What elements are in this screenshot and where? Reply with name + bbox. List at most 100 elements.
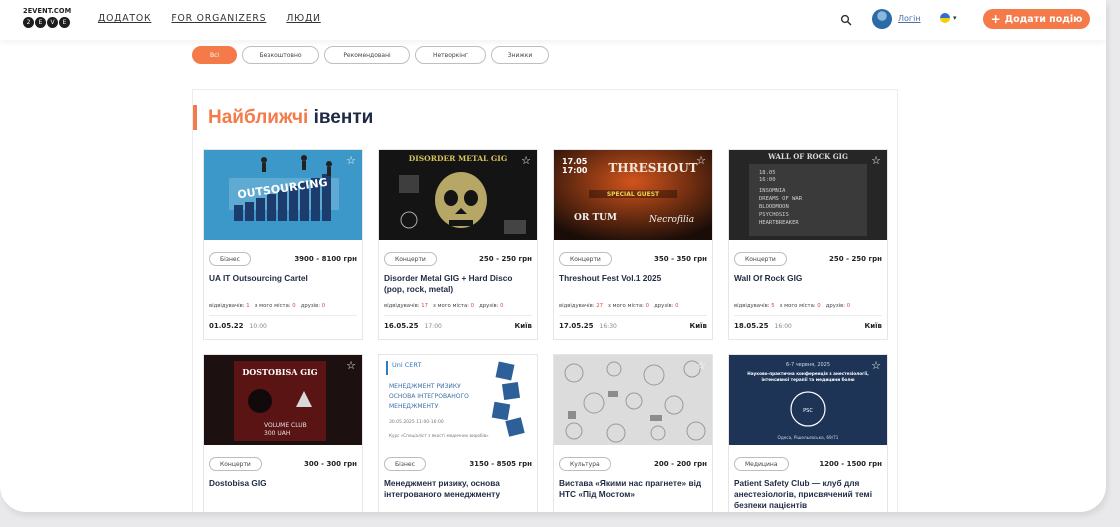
add-event-label: Додати подію	[1004, 13, 1083, 25]
event-image[interactable]: 6-7 червня, 2025 Науково-практична конфе…	[729, 355, 887, 445]
filter-all[interactable]: Всі	[192, 46, 237, 64]
logo-circle: E	[59, 17, 70, 28]
upcoming-events-section: Найближчі івенти OUTSOURCING ☆ Бізнес 39…	[192, 89, 898, 512]
event-city: Київ	[689, 322, 707, 330]
logo-circle: E	[35, 17, 46, 28]
image-caption: DOSTOBISA GIG	[242, 367, 317, 377]
language-selector[interactable]: ▾	[940, 13, 957, 23]
favorite-star-icon[interactable]: ☆	[696, 154, 706, 167]
event-price: 3900 - 8100 грн	[294, 255, 357, 263]
chevron-down-icon: ▾	[953, 14, 957, 22]
login-link[interactable]: Логін	[898, 14, 921, 23]
event-image[interactable]: OUTSOURCING	[204, 150, 362, 240]
event-price: 250 - 250 грн	[479, 255, 532, 263]
event-title[interactable]: UA IT Outsourcing Cartel	[209, 273, 359, 284]
event-image[interactable]	[554, 355, 712, 445]
svg-text:6-7 червня, 2025: 6-7 червня, 2025	[786, 362, 830, 368]
nav-for-organizers[interactable]: FOR ORGANIZERS	[171, 13, 266, 24]
event-title[interactable]: Dostobisa GIG	[209, 478, 359, 489]
category-tag[interactable]: Медицина	[734, 457, 789, 471]
event-card[interactable]: Uni CERT МЕНЕДЖМЕНТ РИЗИКУ ОСНОВА ІНТЕГР…	[378, 354, 538, 512]
event-price: 1200 - 1500 грн	[819, 460, 882, 468]
logo-circle: 2	[23, 17, 34, 28]
event-image[interactable]: Uni CERT МЕНЕДЖМЕНТ РИЗИКУ ОСНОВА ІНТЕГР…	[379, 355, 537, 445]
event-price: 3150 - 8505 грн	[469, 460, 532, 468]
ukraine-flag-icon	[940, 13, 950, 23]
svg-text:PSC: PSC	[803, 408, 813, 414]
favorite-star-icon[interactable]: ☆	[696, 359, 706, 372]
event-title[interactable]: Patient Safety Club — клуб для анестезіо…	[734, 478, 884, 511]
svg-text:PSYCHOSIS: PSYCHOSIS	[759, 212, 789, 218]
add-event-button[interactable]: + Додати подію	[983, 9, 1090, 29]
filter-recommended[interactable]: Рекомендовані	[324, 46, 410, 64]
event-time: 16:00	[774, 323, 792, 330]
event-image[interactable]: DOSTOBISA GIG VOLUME CLUB 300 UAH	[204, 355, 362, 445]
divider	[209, 315, 357, 316]
event-card[interactable]: 6-7 червня, 2025 Науково-практична конфе…	[728, 354, 888, 512]
favorite-star-icon[interactable]: ☆	[871, 359, 881, 372]
logo-circle: V	[47, 17, 58, 28]
event-image[interactable]: THRESHOUT 17.05 17:00 SPECIAL GUEST OR T…	[554, 150, 712, 240]
nav-app[interactable]: ДОДАТОК	[98, 13, 151, 24]
svg-text:BLOODMOON: BLOODMOON	[759, 204, 789, 210]
event-card[interactable]: THRESHOUT 17.05 17:00 SPECIAL GUEST OR T…	[553, 149, 713, 340]
main-nav: ДОДАТОК FOR ORGANIZERS ЛЮДИ	[98, 13, 341, 24]
category-tag[interactable]: Концерти	[734, 252, 787, 266]
svg-text:ОСНОВА ІНТЕГРОВАНОГО: ОСНОВА ІНТЕГРОВАНОГО	[389, 393, 469, 400]
event-card[interactable]: WALL OF ROCK GIG 18.05 16:00 INSOMNIA DREA…	[728, 149, 888, 340]
event-image[interactable]: WALL OF ROCK GIG 18.05 16:00 INSOMNIA DREA…	[729, 150, 887, 240]
filter-networking[interactable]: Нетворкінг	[415, 46, 486, 64]
search-icon[interactable]	[840, 14, 852, 26]
event-stats: відвідувачів: 17 з мого міста: 0 друзів:…	[384, 303, 504, 309]
site-logo[interactable]: 2EVENT.COM 2 E V E	[23, 7, 73, 31]
event-price: 250 - 250 грн	[829, 255, 882, 263]
event-title[interactable]: Wall Of Rock GIG	[734, 273, 884, 284]
event-title[interactable]: Вистава «Якими нас прагнете» від НТС «Пі…	[559, 478, 709, 500]
category-tag[interactable]: Культура	[559, 457, 611, 471]
logo-circles: 2 E V E	[23, 17, 73, 28]
event-date: 01.05.22 10:00	[209, 322, 267, 330]
image-caption: WALL OF ROCK GIG	[767, 152, 848, 161]
svg-text:OR TUM: OR TUM	[574, 213, 617, 223]
filter-free[interactable]: Безкоштовно	[242, 46, 319, 64]
logo-text: 2EVENT.COM	[23, 7, 72, 15]
nav-people[interactable]: ЛЮДИ	[286, 13, 320, 24]
svg-text:16:00: 16:00	[759, 177, 776, 183]
svg-text:30.05.2025 11:00-16:00: 30.05.2025 11:00-16:00	[389, 419, 444, 425]
category-tag[interactable]: Бізнес	[384, 457, 426, 471]
favorite-star-icon[interactable]: ☆	[871, 154, 881, 167]
favorite-star-icon[interactable]: ☆	[521, 359, 531, 372]
favorite-star-icon[interactable]: ☆	[346, 154, 356, 167]
favorite-star-icon[interactable]: ☆	[521, 154, 531, 167]
event-title[interactable]: Threshout Fest Vol.1 2025	[559, 273, 709, 284]
svg-text:МЕНЕДЖМЕНТ РИЗИКУ: МЕНЕДЖМЕНТ РИЗИКУ	[389, 383, 461, 390]
category-tag[interactable]: Концерти	[209, 457, 262, 471]
user-avatar[interactable]	[872, 9, 892, 29]
filter-discounts[interactable]: Знижки	[491, 46, 549, 64]
svg-text:HEARTBREAKER: HEARTBREAKER	[759, 220, 799, 226]
svg-text:18.05: 18.05	[759, 170, 776, 176]
event-card[interactable]: DOSTOBISA GIG VOLUME CLUB 300 UAH ☆ Конц…	[203, 354, 363, 512]
svg-text:17:00: 17:00	[562, 166, 588, 175]
event-title[interactable]: Disorder Metal GIG + Hard Disco (pop, ro…	[384, 273, 534, 295]
event-stats: відвідувачів: 1 з мого міста: 0 друзів: …	[209, 303, 326, 309]
event-card[interactable]: ☆ Культура 200 - 200 грн Вистава «Якими …	[553, 354, 713, 512]
svg-text:17.05: 17.05	[562, 157, 588, 166]
divider	[734, 315, 882, 316]
event-card[interactable]: OUTSOURCING ☆ Бізнес 3900 - 8100 грн UA …	[203, 149, 363, 340]
event-card[interactable]: DISORDER METAL GIG ☆ Концерти 250 - 250 …	[378, 149, 538, 340]
event-image[interactable]: DISORDER METAL GIG	[379, 150, 537, 240]
event-title[interactable]: Менеджмент ризику, основа інтегрованого …	[384, 478, 534, 500]
event-price: 200 - 200 грн	[654, 460, 707, 468]
svg-text:Курс «Спеціаліст з якості меди: Курс «Спеціаліст з якості медичних вироб…	[389, 433, 489, 438]
filter-chips: Всі Безкоштовно Рекомендовані Нетворкінг…	[192, 46, 549, 64]
image-caption: DISORDER METAL GIG	[409, 154, 507, 163]
svg-text:300 UAH: 300 UAH	[264, 430, 290, 437]
event-time: 17:00	[424, 323, 442, 330]
divider	[384, 315, 532, 316]
category-tag[interactable]: Концерти	[559, 252, 612, 266]
event-date: 17.05.25 16:30	[559, 322, 617, 330]
category-tag[interactable]: Бізнес	[209, 252, 251, 266]
category-tag[interactable]: Концерти	[384, 252, 437, 266]
favorite-star-icon[interactable]: ☆	[346, 359, 356, 372]
